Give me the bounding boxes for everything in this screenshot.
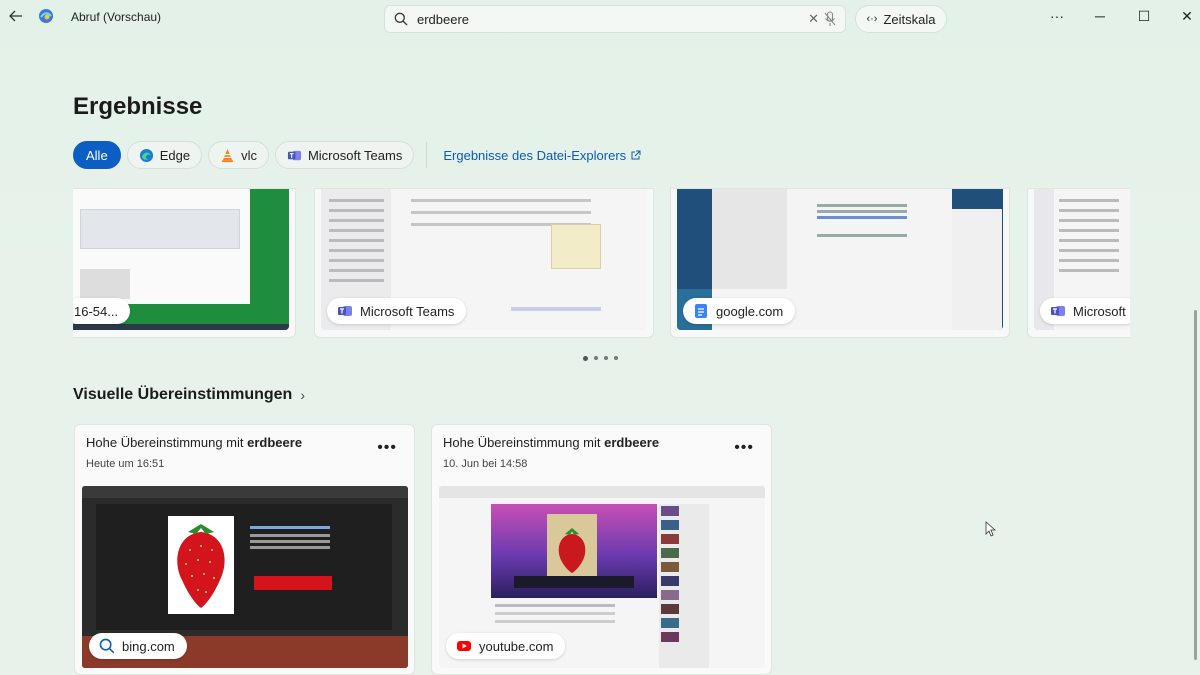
- filter-edge[interactable]: Edge: [126, 141, 203, 169]
- pager-dot[interactable]: [594, 356, 598, 360]
- clear-icon[interactable]: ✕: [808, 12, 819, 26]
- match-title-term: erdbeere: [247, 435, 303, 450]
- microphone-off-icon[interactable]: [823, 11, 837, 27]
- pager-dot[interactable]: [604, 356, 608, 360]
- timeline-button[interactable]: ‹·› Zeitskala: [855, 5, 947, 33]
- teams-icon: [1051, 306, 1065, 316]
- title-bar: Abruf (Vorschau) ✕ ‹·› Zeitskala ··· ─ ☐…: [0, 0, 1200, 34]
- source-label: Microsoft Teams: [360, 303, 455, 319]
- results-carousel[interactable]: 16-54... Microsoft Teams google.com Micr…: [73, 188, 1130, 340]
- external-link-icon: [631, 150, 641, 159]
- edge-icon: [139, 148, 153, 162]
- match-date: 10. Jun bei 14:58: [443, 458, 528, 470]
- more-options-icon[interactable]: ···: [1045, 6, 1069, 26]
- result-card[interactable]: Microsoft: [1027, 188, 1130, 338]
- result-card[interactable]: Microsoft Teams: [314, 188, 654, 338]
- match-date: Heute um 16:51: [86, 458, 165, 470]
- result-card[interactable]: google.com: [670, 188, 1010, 338]
- vertical-scrollbar[interactable]: [1194, 310, 1197, 660]
- filter-vlc[interactable]: vlc: [208, 141, 269, 169]
- source-pill: google.com: [683, 298, 796, 324]
- filter-bar: Alle Edge vlc Microsoft Teams Ergebnisse…: [73, 141, 641, 169]
- back-arrow-icon[interactable]: [6, 6, 26, 26]
- search-box[interactable]: ✕: [384, 5, 846, 33]
- link-label: Ergebnisse des Datei-Explorers: [443, 147, 627, 163]
- source-pill: youtube.com: [446, 633, 566, 659]
- pager-dot[interactable]: [583, 356, 588, 361]
- more-options-icon[interactable]: •••: [734, 440, 754, 456]
- chevron-right-icon: ›: [300, 387, 305, 403]
- visual-match-card[interactable]: Hohe Übereinstimmung mit erdbeere Heute …: [74, 424, 415, 675]
- source-label: google.com: [716, 303, 784, 319]
- minimize-icon[interactable]: ─: [1088, 6, 1112, 26]
- visual-match-card[interactable]: Hohe Übereinstimmung mit erdbeere 10. Ju…: [431, 424, 772, 675]
- search-icon: [394, 12, 408, 26]
- file-explorer-results-link[interactable]: Ergebnisse des Datei-Explorers: [443, 148, 641, 163]
- search-icon: [99, 638, 115, 654]
- close-icon[interactable]: ✕: [1175, 6, 1199, 26]
- source-label: youtube.com: [479, 638, 554, 654]
- maximize-icon[interactable]: ☐: [1132, 6, 1156, 26]
- teams-icon: [338, 306, 352, 316]
- search-input[interactable]: [417, 9, 787, 29]
- timeline-icon: ‹·›: [866, 13, 878, 25]
- page-title: Ergebnisse: [73, 93, 203, 120]
- filter-label: Microsoft Teams: [307, 147, 403, 163]
- timeline-label: Zeitskala: [883, 11, 936, 27]
- match-title: Hohe Übereinstimmung mit erdbeere: [443, 435, 659, 450]
- section-title-label: Visuelle Übereinstimmungen: [73, 386, 293, 403]
- source-pill: 16-54...: [73, 298, 131, 324]
- match-title-prefix: Hohe Übereinstimmung mit: [86, 435, 248, 450]
- strawberry-image: [177, 524, 225, 608]
- more-options-icon[interactable]: •••: [377, 440, 397, 456]
- result-card[interactable]: 16-54...: [73, 188, 296, 338]
- visual-matches-heading[interactable]: Visuelle Übereinstimmungen ›: [73, 386, 305, 404]
- youtube-icon: [457, 641, 471, 651]
- source-label: 16-54...: [74, 303, 119, 319]
- match-title: Hohe Übereinstimmung mit erdbeere: [86, 435, 302, 450]
- source-pill: Microsoft Teams: [327, 298, 467, 324]
- filter-divider: [426, 142, 428, 168]
- google-docs-icon: [695, 304, 707, 318]
- filter-label: Edge: [159, 147, 191, 163]
- vlc-icon: [221, 148, 234, 162]
- filter-all[interactable]: Alle: [73, 141, 121, 169]
- mouse-cursor-icon: [985, 521, 996, 537]
- source-pill: bing.com: [89, 633, 187, 659]
- source-label: bing.com: [122, 638, 175, 654]
- recall-app-icon: [38, 8, 54, 24]
- match-title-prefix: Hohe Übereinstimmung mit: [443, 435, 605, 450]
- strawberry-image: [558, 528, 586, 573]
- filter-microsoft-teams[interactable]: Microsoft Teams: [274, 141, 415, 169]
- filter-label: vlc: [241, 147, 257, 163]
- source-label: Microsoft: [1073, 303, 1126, 319]
- pager-dot[interactable]: [614, 356, 618, 360]
- app-title: Abruf (Vorschau): [71, 10, 162, 24]
- teams-icon: [287, 150, 302, 160]
- match-title-term: erdbeere: [604, 435, 660, 450]
- carousel-pager[interactable]: [583, 356, 618, 361]
- filter-label: Alle: [86, 147, 108, 163]
- source-pill: Microsoft: [1040, 298, 1130, 324]
